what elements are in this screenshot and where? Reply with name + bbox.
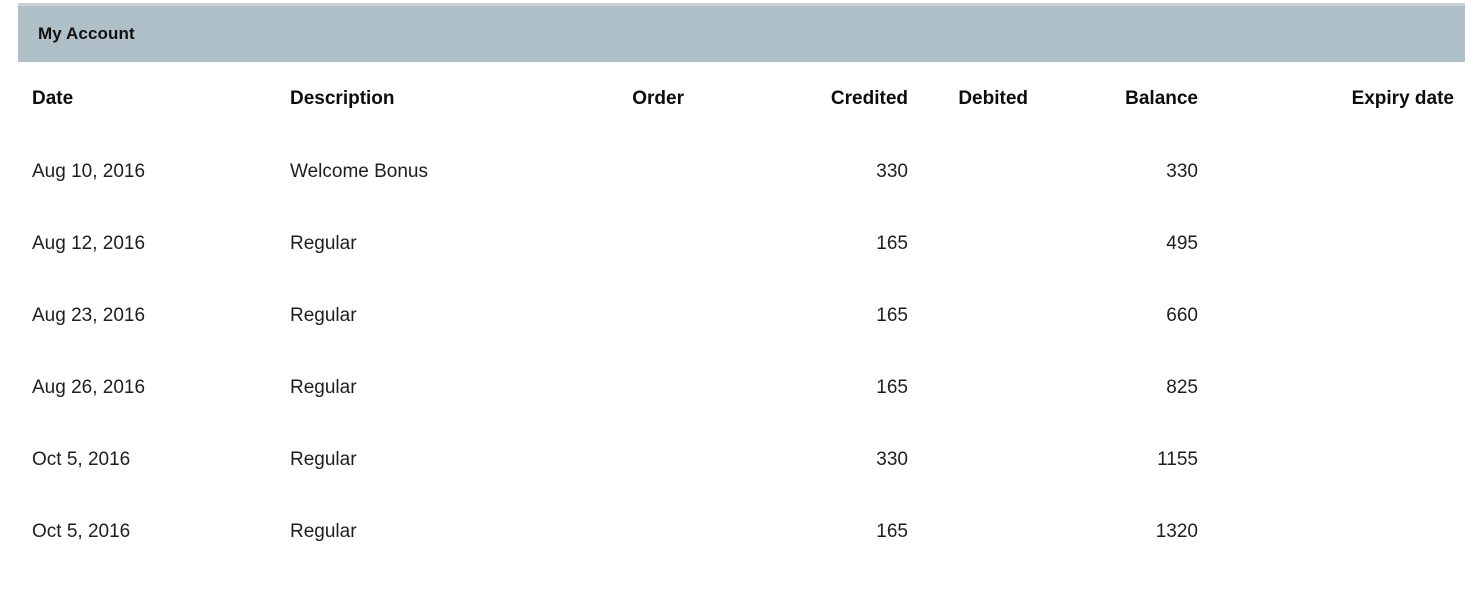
cell-expiry-date [1198,352,1476,424]
column-header-balance: Balance [1125,88,1198,109]
cell-order [580,496,684,568]
column-header-date: Date [32,88,74,109]
cell-credited: 165 [876,233,908,254]
cell-debited [908,424,1028,496]
page-title: My Account [38,24,135,43]
cell-credited: 165 [876,521,908,542]
cell-description: Regular [290,233,357,254]
cell-expiry-date [1198,424,1476,496]
cell-date: Aug 23, 2016 [32,305,146,326]
cell-expiry-date [1198,208,1476,280]
cell-debited [908,352,1028,424]
cell-description: Regular [290,449,357,470]
cell-order [580,136,684,208]
cell-credited: 165 [876,377,908,398]
cell-expiry-date [1198,136,1476,208]
cell-order [580,208,684,280]
table-header-row: Date Description Order Credited Debited … [0,62,1476,136]
cell-order [580,352,684,424]
cell-expiry-date [1198,496,1476,568]
table-body: Aug 10, 2016 Welcome Bonus 330 330 Aug 1… [0,136,1476,568]
cell-credited: 330 [876,449,908,470]
cell-balance: 330 [1166,161,1198,182]
cell-balance: 825 [1166,377,1198,398]
cell-debited [908,208,1028,280]
cell-date: Oct 5, 2016 [32,521,131,542]
cell-balance: 1155 [1157,449,1198,470]
table-row: Aug 23, 2016 Regular 165 660 [0,280,1476,352]
table-row: Oct 5, 2016 Regular 165 1320 [0,496,1476,568]
cell-balance: 1320 [1155,521,1198,542]
table-row: Aug 26, 2016 Regular 165 825 [0,352,1476,424]
transactions-table-container: Date Description Order Credited Debited … [0,62,1476,568]
column-header-order: Order [632,88,684,109]
cell-description: Welcome Bonus [290,161,428,182]
cell-credited: 165 [876,305,908,326]
table-row: Oct 5, 2016 Regular 330 1155 [0,424,1476,496]
column-header-description: Description [290,88,395,109]
cell-date: Aug 12, 2016 [32,233,146,254]
cell-order [580,424,684,496]
column-header-debited: Debited [958,88,1028,109]
cell-expiry-date [1198,280,1476,352]
cell-debited [908,136,1028,208]
column-header-expiry-date: Expiry date [1351,88,1454,109]
transactions-table: Date Description Order Credited Debited … [0,62,1476,568]
table-row: Aug 10, 2016 Welcome Bonus 330 330 [0,136,1476,208]
cell-credited: 330 [876,161,908,182]
column-header-credited: Credited [830,88,908,109]
cell-order [580,280,684,352]
account-panel-header: My Account [18,3,1465,62]
cell-description: Regular [290,521,357,542]
cell-balance: 660 [1166,305,1198,326]
table-header: Date Description Order Credited Debited … [0,62,1476,136]
cell-description: Regular [290,305,357,326]
cell-debited [908,496,1028,568]
cell-date: Aug 10, 2016 [32,161,146,182]
cell-date: Oct 5, 2016 [32,449,131,470]
cell-balance: 495 [1166,233,1198,254]
cell-date: Aug 26, 2016 [32,377,146,398]
cell-description: Regular [290,377,357,398]
cell-debited [908,280,1028,352]
table-row: Aug 12, 2016 Regular 165 495 [0,208,1476,280]
